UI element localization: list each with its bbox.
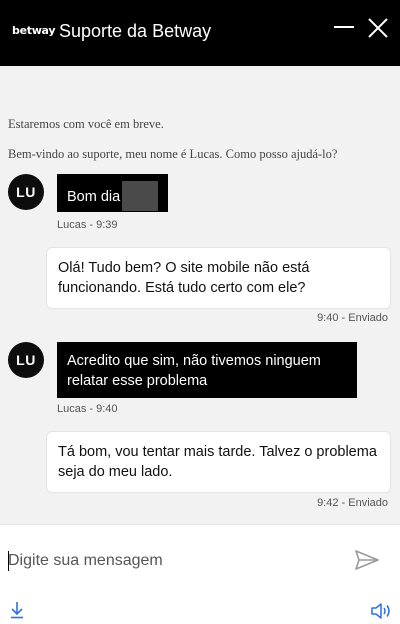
welcome-message: Bem-vindo ao suporte, meu nome é Lucas. … (8, 147, 338, 161)
agent-message-bubble: Bom dia (57, 174, 169, 212)
message-composer (0, 524, 400, 624)
agent-message-text: Acredito que sim, não tivemos ninguem re… (67, 353, 321, 389)
minimize-icon[interactable] (330, 14, 358, 42)
user-message-meta: 9:40 - Enviado (317, 312, 388, 324)
redacted-name-block (122, 181, 159, 211)
close-icon[interactable] (364, 14, 392, 42)
chat-title: Suporte da Betway (59, 21, 212, 41)
user-message-text: Olá! Tudo bem? O site mobile não está fu… (58, 260, 310, 296)
user-message-meta: 9:42 - Enviado (317, 497, 388, 509)
agent-message-meta: Lucas - 9:39 (57, 219, 118, 231)
agent-avatar: LU (8, 342, 44, 378)
message-input[interactable] (8, 549, 338, 573)
agent-message-meta: Lucas - 9:40 (57, 403, 118, 415)
chat-transcript[interactable]: Estaremos com você em breve. Bem-vindo a… (0, 66, 400, 524)
user-message-bubble: Olá! Tudo bem? O site mobile não está fu… (47, 248, 390, 308)
send-icon[interactable] (354, 549, 380, 571)
agent-avatar: LU (8, 174, 44, 210)
user-message-text: Tá bom, vou tentar mais tarde. Talvez o … (58, 444, 377, 480)
agent-message-text: Bom dia (67, 188, 121, 205)
download-icon[interactable] (10, 601, 24, 619)
betway-logo: betway (12, 24, 56, 37)
user-message-bubble: Tá bom, vou tentar mais tarde. Talvez o … (47, 432, 390, 492)
chat-header: betway Suporte da Betway (0, 0, 400, 66)
system-notice: Estaremos com você em breve. (8, 117, 164, 131)
agent-message-bubble: Acredito que sim, não tivemos ninguem re… (57, 342, 357, 398)
text-cursor (8, 551, 9, 571)
volume-icon[interactable] (370, 602, 392, 620)
